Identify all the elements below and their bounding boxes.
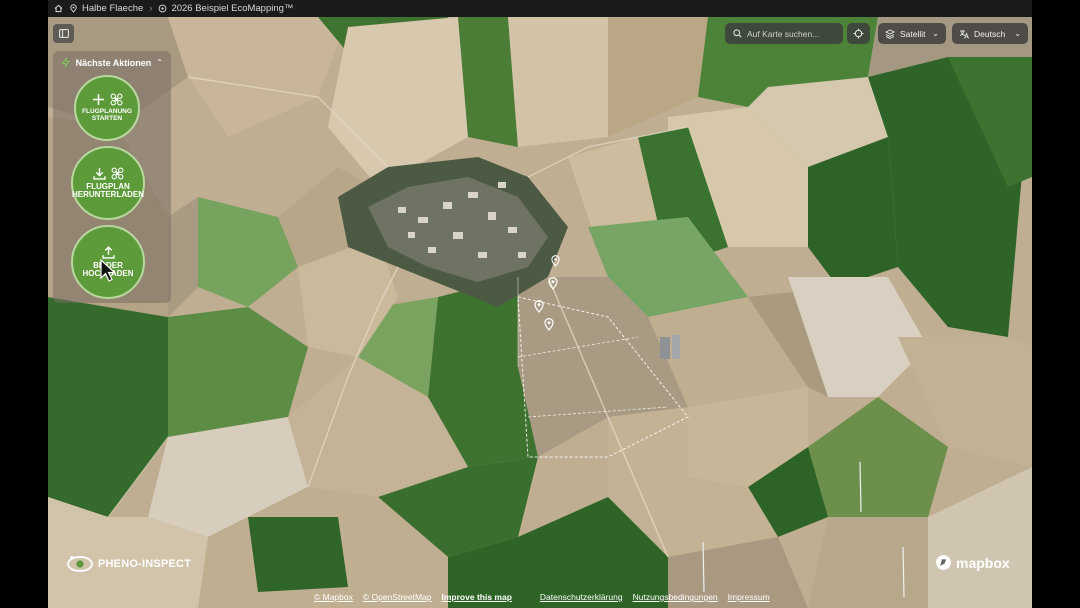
language-select[interactable]: Deutsch ⌄ [952,23,1028,44]
breadcrumb-home[interactable] [54,4,63,13]
osm-attribution-link[interactable]: © OpenStreetMap [363,592,432,602]
next-actions-header[interactable]: Nächste Aktionen ⌃ [53,51,171,74]
imprint-link[interactable]: Impressum [728,592,770,602]
next-actions-title: Nächste Aktionen [75,57,152,68]
drone-icon [159,4,167,13]
search-placeholder: Auf Karte suchen... [747,28,820,39]
pheno-inspect-logo: PHENO-INSPECT [66,555,191,573]
chevron-right-icon: › [149,3,153,14]
locate-me-button[interactable] [847,23,870,44]
download-flight-plan-button[interactable]: FLUGPLAN HERUNTERLADEN [71,146,145,220]
download-icon [92,167,106,180]
chevron-down-icon: ⌄ [932,29,939,38]
breadcrumb: Halbe Flaeche › 2026 Beispiel EcoMapping… [48,0,1032,17]
lightning-icon [61,57,71,68]
layers-icon [885,28,895,39]
breadcrumb-field[interactable]: Halbe Flaeche [69,3,143,14]
drone-icon [110,93,122,106]
privacy-link[interactable]: Datenschutzerklärung [540,592,623,602]
search-icon [733,29,742,38]
eye-logo-icon [67,555,93,572]
chevron-up-icon: ⌃ [156,58,163,67]
mapbox-logo[interactable]: mapbox [935,554,1010,571]
home-icon [54,4,63,13]
mouse-cursor-icon [100,258,117,288]
breadcrumb-mission[interactable]: 2026 Beispiel EcoMapping™ [158,3,293,14]
start-flight-planning-button[interactable]: FLUGPLANUNG STARTEN [74,75,140,141]
upload-icon [101,245,115,259]
mapbox-icon [936,555,951,570]
map-pin-icon[interactable] [548,277,558,295]
improve-map-link[interactable]: Improve this map [442,592,512,602]
chevron-down-icon: ⌄ [1014,29,1021,38]
toggle-sidebar-button[interactable] [53,24,74,43]
app-frame: Halbe Flaeche › 2026 Beispiel EcoMapping… [48,0,1032,608]
plus-icon [92,94,104,106]
map-style-select[interactable]: Satellit ⌄ [878,23,946,44]
mapbox-attribution-link[interactable]: © Mapbox [314,592,353,602]
sidebar-icon [58,29,69,38]
drone-icon [111,167,123,180]
map-attribution: © Mapbox © OpenStreetMap Improve this ma… [314,592,770,602]
map-pin-icon[interactable] [534,300,544,318]
satellite-map[interactable]: Nächste Aktionen ⌃ FLUGPLANUNG STARTEN F… [48,17,1032,608]
translate-icon [959,29,969,39]
crosshair-icon [853,28,864,39]
map-pin-icon[interactable] [544,318,554,336]
map-pin-icon [70,4,77,13]
map-search-input[interactable]: Auf Karte suchen... [725,23,843,44]
map-pin-icon[interactable] [551,254,560,272]
terms-link[interactable]: Nutzungsbedingungen [633,592,718,602]
